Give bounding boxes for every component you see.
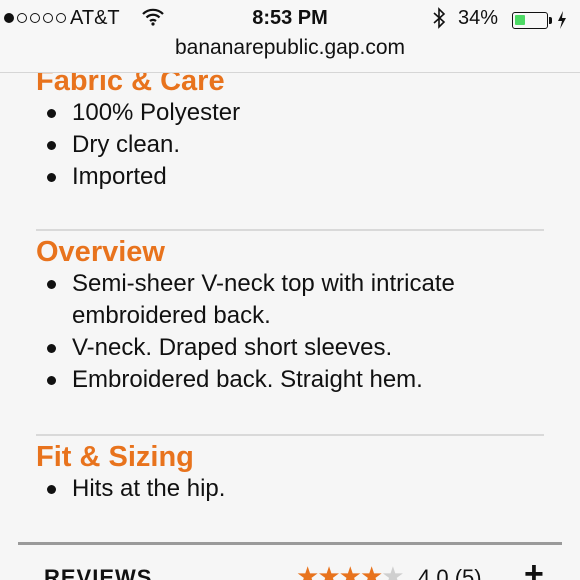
fabric-care-list: 100% Polyester Dry clean. Imported xyxy=(36,97,544,193)
list-item: V-neck. Draped short sleeves. xyxy=(36,332,544,364)
address-bar-url[interactable]: bananarepublic.gap.com xyxy=(0,36,580,60)
star-icon: ★ xyxy=(296,561,319,580)
reviews-label: REVIEWS xyxy=(44,565,153,580)
overview-list: Semi-sheer V-neck top with intricate emb… xyxy=(36,268,544,396)
fabric-care-section: Fabric & Care 100% Polyester Dry clean. … xyxy=(36,73,544,193)
status-bar: AT&T 8:53 PM 34% bananarepublic.gap.com xyxy=(0,0,580,73)
battery-level-fill xyxy=(515,15,525,25)
battery-percentage: 34% xyxy=(458,7,499,29)
list-item: 100% Polyester xyxy=(36,97,544,129)
fit-sizing-section: Fit & Sizing Hits at the hip. xyxy=(36,441,544,505)
rating-summary: 4.0 (5) xyxy=(418,565,482,580)
star-icon: ★ xyxy=(359,561,383,580)
product-details-content: Fabric & Care 100% Polyester Dry clean. … xyxy=(0,73,580,580)
star-icon: ★ xyxy=(381,561,404,580)
star-rating: ★★★★★ xyxy=(296,561,405,580)
fit-sizing-title: Fit & Sizing xyxy=(36,441,194,473)
list-item: Dry clean. xyxy=(36,129,544,161)
reviews-divider xyxy=(18,542,562,545)
battery-nub xyxy=(549,17,552,24)
list-item: Embroidered back. Straight hem. xyxy=(36,364,544,396)
star-icon: ★ xyxy=(338,561,362,580)
charging-icon xyxy=(556,10,568,36)
section-divider xyxy=(36,229,544,231)
fabric-care-title: Fabric & Care xyxy=(36,73,225,97)
bluetooth-icon xyxy=(432,7,446,35)
reviews-header[interactable]: REVIEWS ★★★★★ 4.0 (5) + xyxy=(0,555,580,580)
list-item: Imported xyxy=(36,161,544,193)
battery-icon xyxy=(512,12,548,29)
star-icon: ★ xyxy=(317,561,340,580)
list-item: Hits at the hip. xyxy=(36,473,544,505)
section-divider xyxy=(36,434,544,436)
plus-icon[interactable]: + xyxy=(524,555,544,580)
list-item: Semi-sheer V-neck top with intricate emb… xyxy=(36,268,544,332)
overview-title: Overview xyxy=(36,236,165,268)
fit-sizing-list: Hits at the hip. xyxy=(36,473,544,505)
status-row: AT&T 8:53 PM 34% xyxy=(0,4,580,34)
overview-section: Overview Semi-sheer V-neck top with intr… xyxy=(36,236,544,396)
